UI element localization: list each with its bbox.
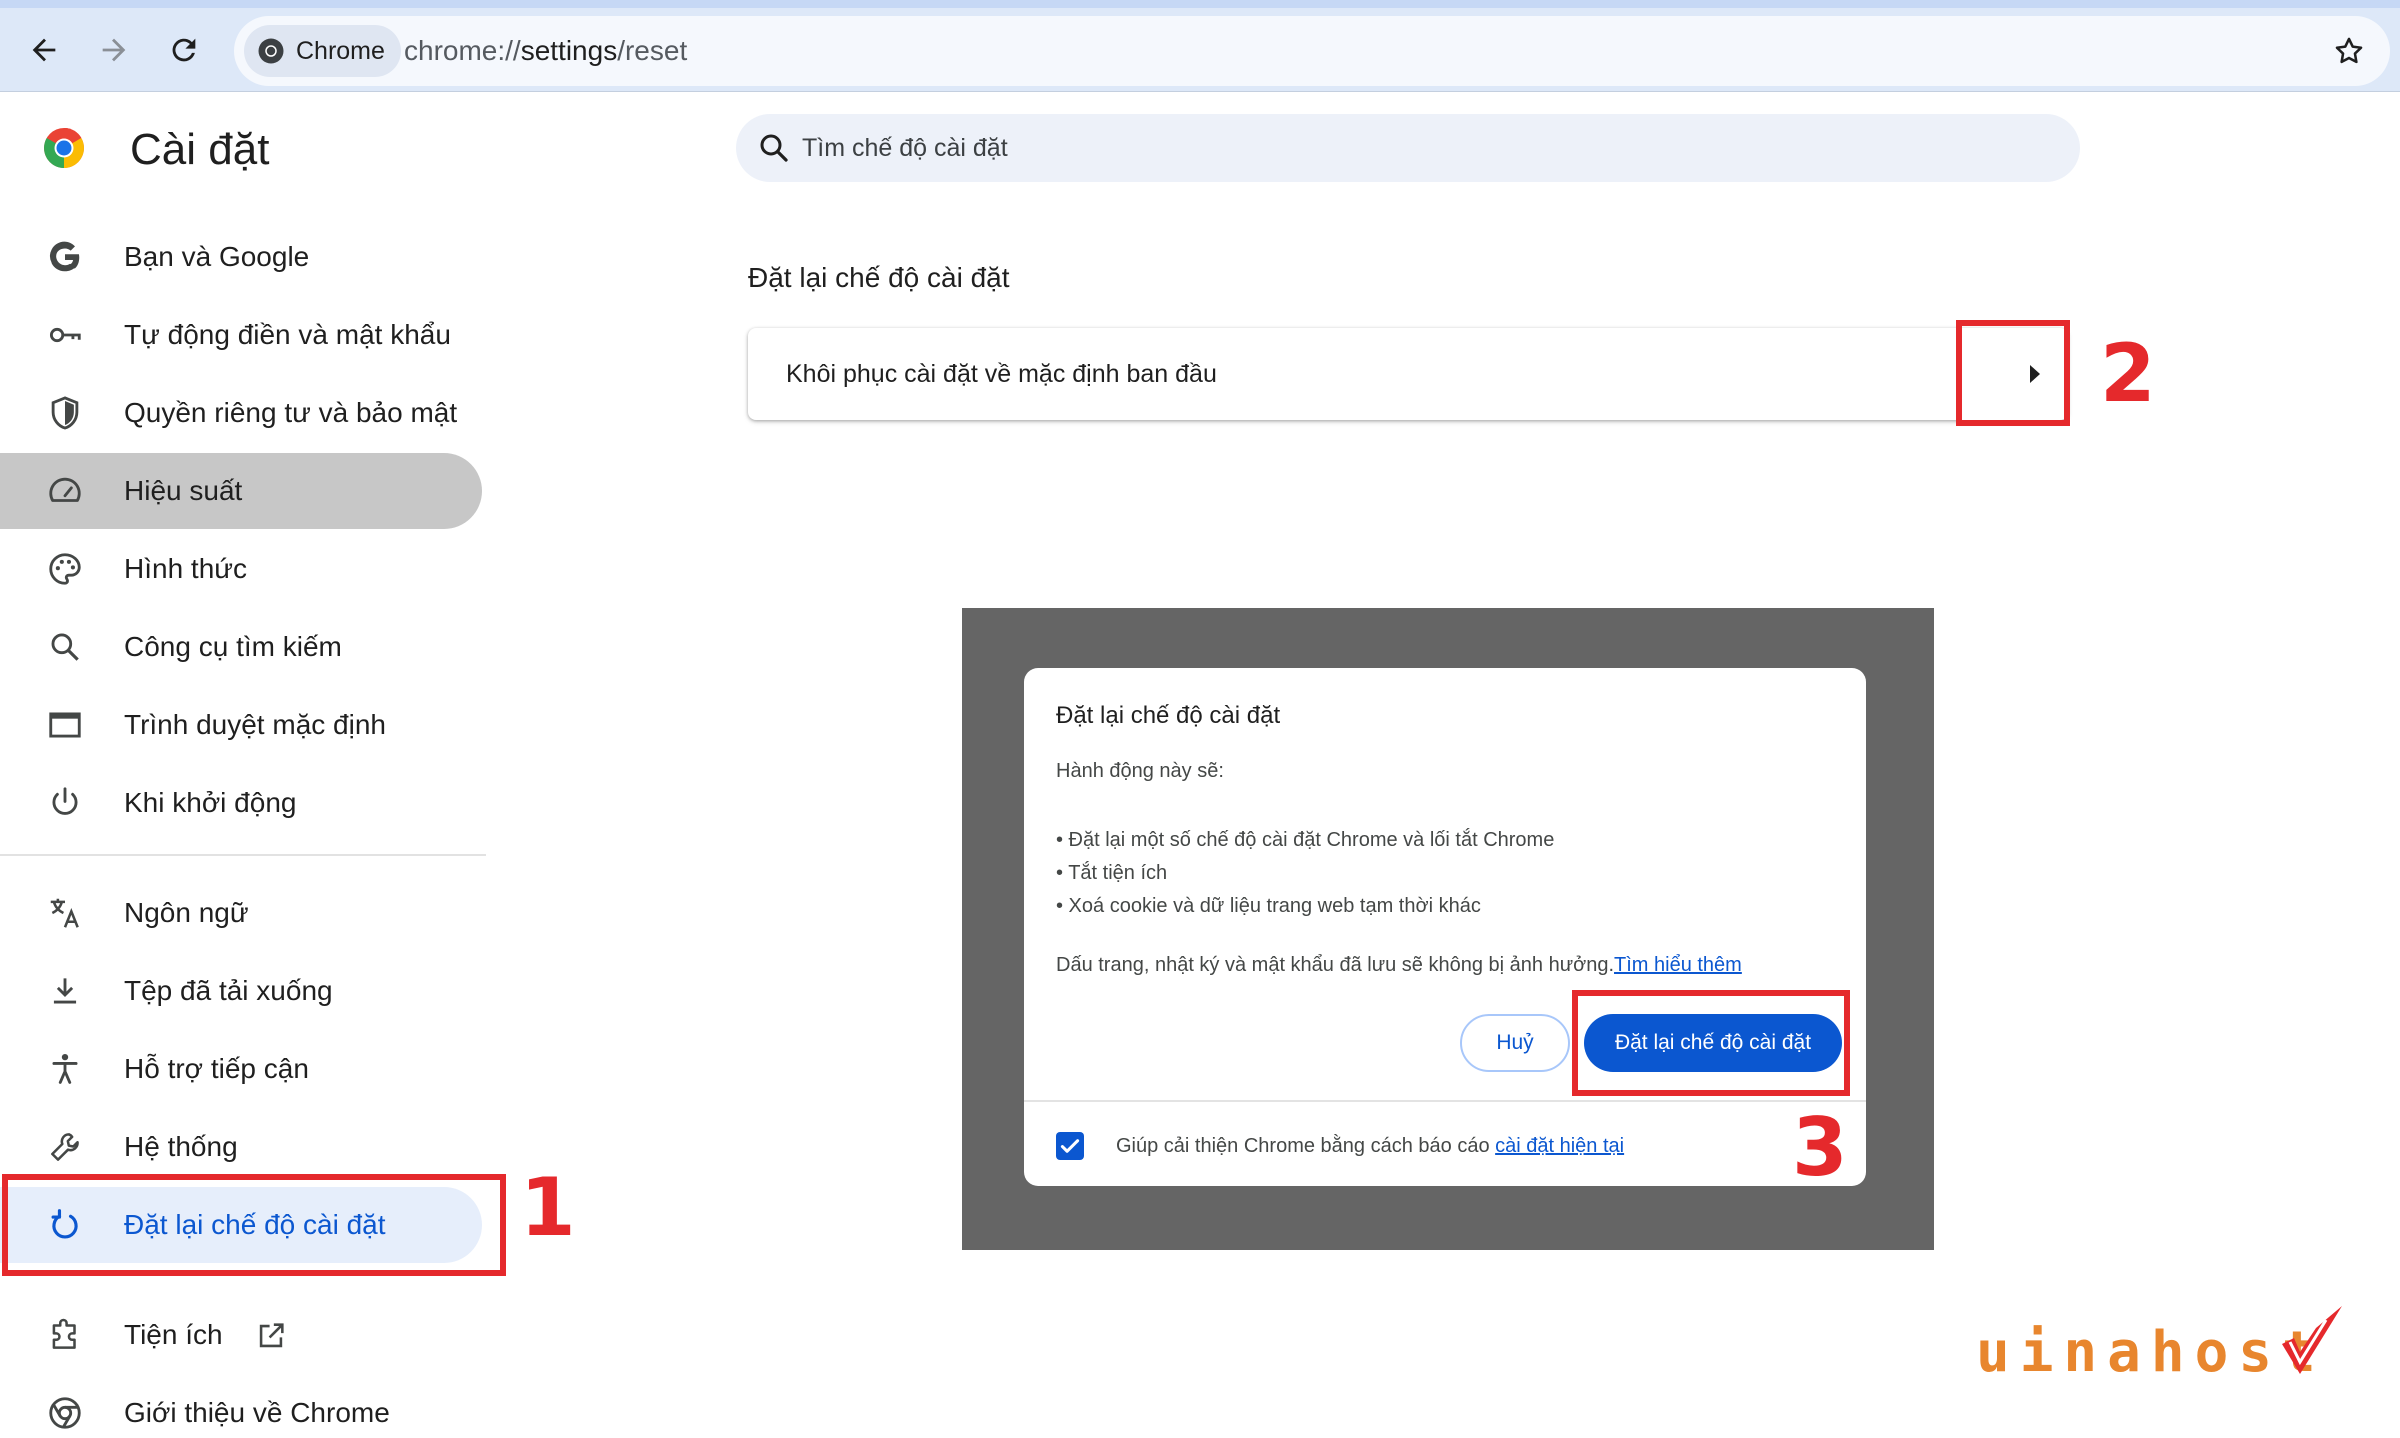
translate-icon — [50, 898, 79, 928]
sidebar-item-about-chrome[interactable]: Giới thiệu về Chrome — [0, 1375, 482, 1438]
sidebar-item-downloads[interactable]: Tệp đã tải xuống — [0, 953, 482, 1029]
sidebar-item-appearance[interactable]: Hình thức — [0, 531, 482, 607]
back-arrow-icon — [32, 38, 56, 62]
forward-button[interactable] — [86, 22, 142, 78]
dialog-bullet: • Tắt tiện ích — [1056, 862, 1168, 884]
reset-dialog: Đặt lại chế độ cài đặt Hành động này sẽ:… — [1024, 668, 1866, 1186]
search-icon — [51, 633, 79, 661]
browser-window-icon — [49, 712, 81, 738]
annotation-number-3: 3 — [1792, 1101, 1848, 1194]
download-icon — [53, 978, 77, 1004]
browser-toolbar: Chrome chrome://settings/reset — [0, 0, 2400, 92]
dialog-backdrop: Đặt lại chế độ cài đặt Hành động này sẽ:… — [962, 608, 1934, 1250]
dialog-footer-text: Giúp cải thiện Chrome bằng cách báo cáo … — [1116, 1135, 1625, 1157]
reset-row-label: Khôi phục cài đặt về mặc định ban đầu — [786, 360, 1217, 388]
sidebar-item-autofill[interactable]: Tự động điền và mật khẩu — [0, 297, 482, 373]
accessibility-icon — [52, 1053, 78, 1084]
bookmark-star-icon[interactable] — [2332, 34, 2366, 68]
palette-icon — [49, 553, 81, 585]
chrome-logo-icon — [44, 128, 84, 168]
chrome-icon — [258, 38, 284, 64]
reload-icon — [172, 38, 196, 62]
learn-more-link[interactable]: Tìm hiểu thêm — [1614, 954, 1742, 976]
puzzle-icon — [52, 1318, 76, 1349]
page: Chrome chrome://settings/reset Cài đặt T… — [0, 0, 2400, 1438]
sidebar-item-privacy[interactable]: Quyền riêng tư và bảo mật — [0, 375, 482, 451]
sidebar-item-extensions[interactable]: Tiện ích — [0, 1297, 482, 1373]
logo-check-icon — [2282, 1306, 2342, 1374]
sidebar-item-accessibility[interactable]: Hỗ trợ tiếp cận — [0, 1031, 482, 1107]
wrench-icon — [51, 1133, 79, 1161]
sidebar-item-on-startup[interactable]: Khi khởi động — [0, 765, 482, 841]
sidebar-item-languages[interactable]: Ngôn ngữ — [0, 875, 482, 951]
annotation-box-3 — [1572, 990, 1850, 1096]
open-in-new-icon[interactable] — [254, 1319, 288, 1353]
sidebar-divider — [0, 854, 486, 856]
dialog-bullet: • Đặt lại một số chế độ cài đặt Chrome v… — [1056, 829, 1555, 851]
dialog-bullet: • Xoá cookie và dữ liệu trang web tạm th… — [1056, 895, 1481, 917]
power-icon — [52, 787, 78, 815]
settings-search-input[interactable]: Tìm chế độ cài đặt — [736, 114, 2080, 182]
search-placeholder: Tìm chế độ cài đặt — [802, 134, 1008, 162]
sidebar-item-search-engine[interactable]: Công cụ tìm kiếm — [0, 609, 482, 685]
cancel-button[interactable]: Huỷ — [1460, 1014, 1570, 1072]
annotation-number-2: 2 — [2100, 327, 2156, 420]
key-icon — [49, 327, 81, 343]
sidebar-item-default-browser[interactable]: Trình duyệt mặc định — [0, 687, 482, 763]
report-settings-checkbox[interactable] — [1056, 1132, 1084, 1160]
annotation-box-2 — [1956, 320, 2070, 426]
dialog-intro: Hành động này sẽ: — [1056, 760, 1224, 782]
reset-settings-row[interactable]: Khôi phục cài đặt về mặc định ban đầu — [748, 328, 2068, 420]
dialog-bullet-list: • Đặt lại một số chế độ cài đặt Chrome v… — [1056, 824, 1554, 923]
back-button[interactable] — [16, 22, 72, 78]
address-bar[interactable]: Chrome chrome://settings/reset — [234, 16, 2390, 86]
dialog-title: Đặt lại chế độ cài đặt — [1056, 702, 1281, 729]
shield-icon — [51, 396, 79, 430]
annotation-number-1: 1 — [520, 1161, 576, 1254]
chrome-icon — [49, 1397, 81, 1429]
logo-text: uinahost — [1976, 1320, 2326, 1385]
url-text: chrome://settings/reset — [404, 35, 688, 66]
annotation-box-1 — [2, 1174, 506, 1276]
sidebar-item-performance[interactable]: Hiệu suất — [0, 453, 482, 529]
vinahost-logo: uinahost — [1976, 1300, 2348, 1390]
dialog-note: Dấu trang, nhật ký và mật khẩu đã lưu sẽ… — [1056, 954, 1742, 976]
forward-arrow-icon — [102, 38, 126, 62]
reset-section-title: Đặt lại chế độ cài đặt — [748, 262, 1010, 293]
site-chip-label: Chrome — [296, 36, 385, 65]
settings-title: Cài đặt — [130, 125, 270, 174]
google-g-icon — [50, 241, 80, 272]
checkmark-icon — [1060, 1139, 1080, 1153]
search-icon — [760, 134, 788, 162]
sidebar-item-you-and-google[interactable]: Bạn và Google — [0, 219, 482, 295]
speedometer-icon — [49, 477, 81, 502]
site-chip[interactable]: Chrome — [244, 25, 401, 77]
current-settings-link[interactable]: cài đặt hiện tại — [1495, 1135, 1624, 1157]
dialog-separator — [1024, 1100, 1866, 1102]
reload-button[interactable] — [156, 22, 212, 78]
